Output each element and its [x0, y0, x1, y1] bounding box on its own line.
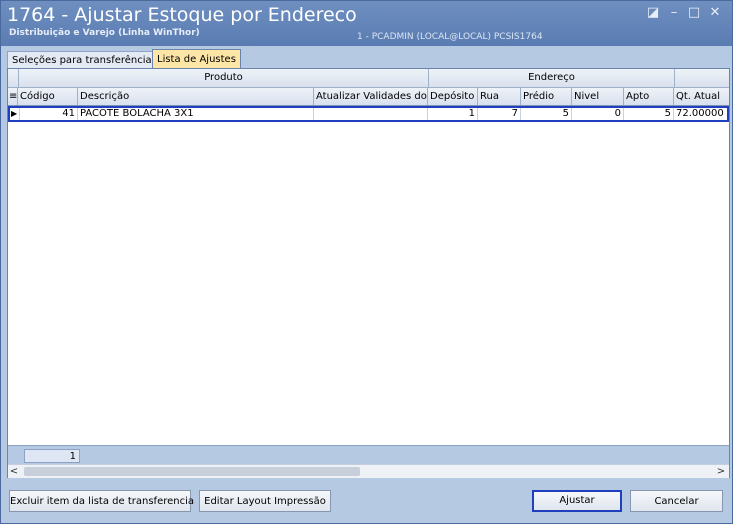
close-icon[interactable]: ✕ [707, 5, 723, 21]
main-window: 1764 - Ajustar Estoque por Endereco Dist… [0, 0, 733, 524]
tab-lista-ajustes[interactable]: Lista de Ajustes [152, 49, 241, 70]
band-extra [675, 69, 729, 87]
col-codigo[interactable]: Código [18, 88, 78, 105]
cell-predio[interactable]: 5 [521, 108, 572, 120]
tab-strip: Seleções para transferências Lista de Aj… [7, 49, 729, 70]
horizontal-scrollbar[interactable]: < > [8, 464, 729, 478]
grid-band-header: Produto Endereço [8, 69, 729, 88]
cancelar-button[interactable]: Cancelar [630, 490, 723, 512]
band-endereco: Endereço [429, 69, 675, 87]
band-spacer [8, 69, 19, 87]
cell-codigo[interactable]: 41 [18, 108, 78, 120]
window-title: 1764 - Ajustar Estoque por Endereco [7, 4, 357, 26]
col-descricao[interactable]: Descrição [78, 88, 314, 105]
adjustments-panel: Produto Endereço ≡ Código Descrição Atua… [7, 68, 730, 478]
col-atualizar-validades[interactable]: Atualizar Validades do Lo [314, 88, 428, 105]
cell-deposito[interactable]: 1 [428, 108, 478, 120]
cell-qt-atual[interactable]: 72.00000 [674, 108, 727, 120]
cell-nivel[interactable]: 0 [572, 108, 624, 120]
scroll-left-icon[interactable]: < [8, 465, 20, 478]
footer-count: 1 [24, 449, 80, 463]
col-apto[interactable]: Apto [624, 88, 674, 105]
cell-rua[interactable]: 7 [478, 108, 521, 120]
ajustar-button[interactable]: Ajustar [532, 490, 622, 512]
maximize-icon[interactable]: □ [686, 5, 702, 21]
user-info: 1 - PCADMIN (LOCAL@LOCAL) PCSIS1764 [357, 32, 543, 42]
band-produto: Produto [19, 69, 429, 87]
column-chooser-icon[interactable]: ≡ [8, 88, 18, 105]
col-nivel[interactable]: Nivel [572, 88, 624, 105]
col-predio[interactable]: Prédio [521, 88, 572, 105]
col-deposito[interactable]: Depósito [428, 88, 478, 105]
grid-footer: 1 [8, 445, 729, 465]
col-rua[interactable]: Rua [478, 88, 521, 105]
minimize-icon[interactable]: – [666, 5, 682, 21]
adjustments-grid[interactable]: Produto Endereço ≡ Código Descrição Atua… [8, 69, 729, 445]
scroll-thumb[interactable] [24, 467, 360, 476]
cell-descricao[interactable]: PACOTE BOLACHA 3X1 [78, 108, 314, 120]
restore-icon[interactable]: ◪ [645, 5, 661, 21]
table-row[interactable]: ▶ 41 PACOTE BOLACHA 3X1 1 7 5 0 5 72.000… [8, 106, 729, 122]
cell-atualizar-validades[interactable] [314, 108, 428, 120]
cell-apto[interactable]: 5 [624, 108, 674, 120]
title-bar[interactable]: 1764 - Ajustar Estoque por Endereco Dist… [1, 1, 732, 46]
col-qt-atual[interactable]: Qt. Atual [674, 88, 729, 105]
scroll-right-icon[interactable]: > [715, 465, 727, 478]
grid-column-header: ≡ Código Descrição Atualizar Validades d… [8, 88, 729, 106]
window-subtitle: Distribuição e Varejo (Linha WinThor) [9, 28, 200, 38]
editar-layout-button[interactable]: Editar Layout Impressão [199, 490, 331, 512]
excluir-item-button[interactable]: Excluir item da lista de transferencia [9, 490, 194, 512]
